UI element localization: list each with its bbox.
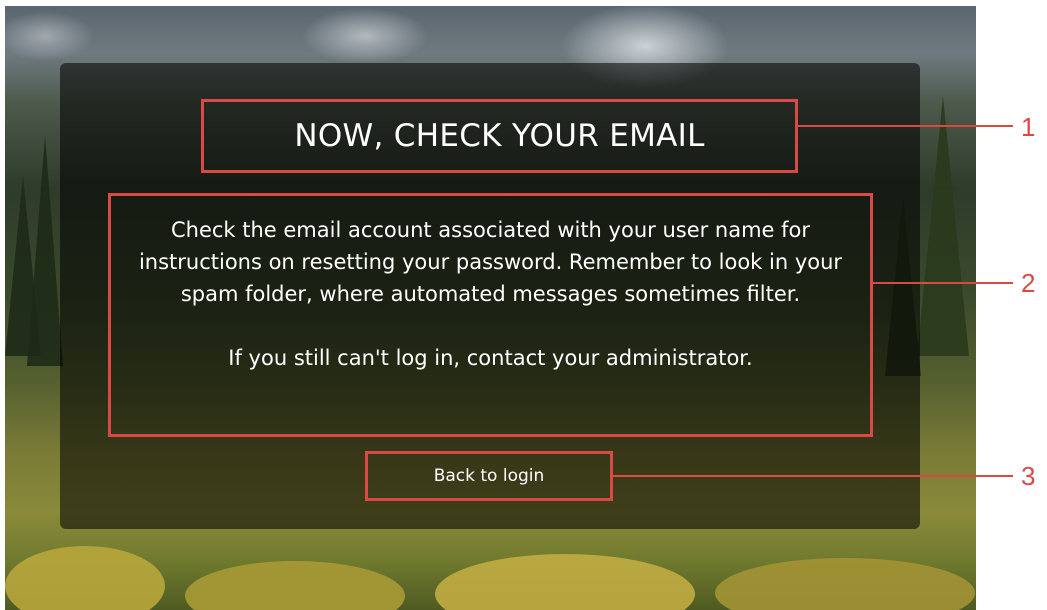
callout-1-line [798, 125, 1013, 127]
callout-2-line [873, 282, 1013, 284]
callout-3-line [613, 475, 1013, 477]
instructions-text: Check the email account associated with … [138, 218, 843, 306]
back-to-login-link[interactable]: Back to login [434, 466, 545, 486]
screenshot-stage: NOW, CHECK YOUR EMAIL Check the email ac… [0, 0, 1047, 610]
instructions-highlight-box: Check the email account associated with … [108, 193, 873, 437]
tree-shape [917, 96, 969, 356]
admin-contact-text: If you still can't log in, contact your … [228, 346, 753, 370]
shrub-shape [715, 558, 975, 610]
callout-3-number: 3 [1021, 461, 1036, 491]
callout-2-number: 2 [1021, 268, 1036, 298]
title-highlight-box: NOW, CHECK YOUR EMAIL [201, 99, 798, 173]
page-title: NOW, CHECK YOUR EMAIL [294, 118, 705, 154]
callout-1-number: 1 [1021, 112, 1036, 142]
shrub-shape [435, 554, 695, 610]
shrub-shape [185, 561, 405, 610]
tree-shape [27, 136, 63, 366]
back-link-highlight-box: Back to login [365, 451, 613, 501]
shrub-shape [5, 546, 165, 610]
